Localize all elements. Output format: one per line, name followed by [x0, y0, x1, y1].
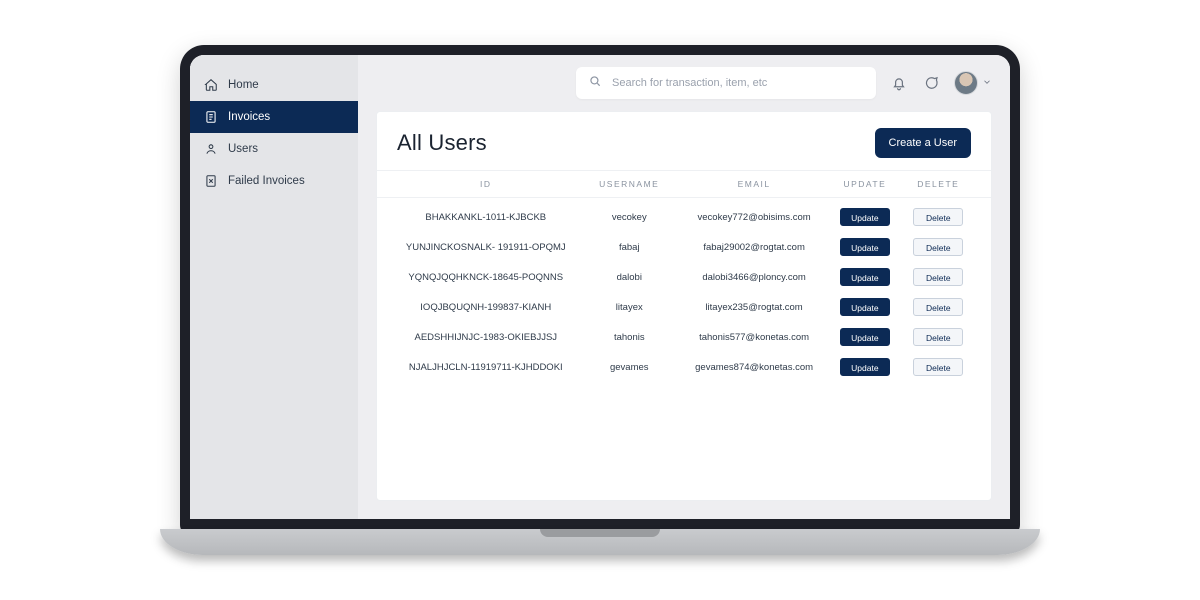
update-button[interactable]: Update [840, 268, 890, 286]
search-icon [588, 74, 602, 93]
avatar [954, 71, 978, 95]
cell-update: Update [832, 208, 897, 226]
cell-id: YQNQJQQHKNCK-18645-POQNNS [397, 272, 575, 283]
sidebar-item-users[interactable]: Users [190, 133, 358, 165]
cell-username: vecokey [583, 212, 676, 223]
col-email: EMAIL [684, 179, 824, 189]
delete-button[interactable]: Delete [913, 268, 963, 286]
update-button[interactable]: Update [840, 208, 890, 226]
invoice-icon [204, 110, 218, 124]
cell-id: IOQJBQUQNH-199837-KIANH [397, 302, 575, 313]
delete-button[interactable]: Delete [913, 208, 963, 226]
sidebar-item-label: Home [228, 79, 259, 91]
notifications-icon[interactable] [890, 74, 908, 92]
cell-delete: Delete [906, 328, 971, 346]
table-row: NJALJHJCLN-11919711-KJHDDOKI gevames gevam… [377, 352, 991, 382]
sidebar-item-invoices[interactable]: Invoices [190, 101, 358, 133]
update-button[interactable]: Update [840, 328, 890, 346]
col-update: UPDATE [832, 179, 897, 189]
cell-delete: Delete [906, 208, 971, 226]
table-head: ID USERNAME EMAIL UPDATE DELETE [377, 170, 991, 198]
sidebar-item-label: Failed Invoices [228, 175, 305, 187]
col-id: ID [397, 179, 575, 189]
create-user-button[interactable]: Create a User [875, 128, 971, 158]
user-icon [204, 142, 218, 156]
table-row: YQNQJQQHKNCK-18645-POQNNS dalobi dalobi346… [377, 262, 991, 292]
delete-button[interactable]: Delete [913, 358, 963, 376]
table-row: AEDSHHIJNJC-1983-OKIEBJJSJ tahonis tahonis… [377, 322, 991, 352]
cell-email: litayex235@rogtat.com [684, 302, 824, 313]
screen-bezel: Home Invoices Users [180, 45, 1020, 535]
topbar: Search for transaction, item, etc [358, 55, 1010, 111]
cell-email: tahonis577@konetas.com [684, 332, 824, 343]
sidebar-item-home[interactable]: Home [190, 69, 358, 101]
laptop-frame: Home Invoices Users [160, 45, 1040, 555]
cell-username: fabaj [583, 242, 676, 253]
table-row: BHAKKANKL-1011-KJBCKB vecokey vecokey772@o… [377, 202, 991, 232]
cell-id: BHAKKANKL-1011-KJBCKB [397, 212, 575, 223]
update-button[interactable]: Update [840, 298, 890, 316]
sidebar-item-label: Invoices [228, 111, 270, 123]
cell-update: Update [832, 298, 897, 316]
main: Search for transaction, item, etc [358, 55, 1010, 519]
table-row: YUNJINCKOSNALK- 191911-OPQMJ fabaj fabaj29… [377, 232, 991, 262]
delete-button[interactable]: Delete [913, 298, 963, 316]
cell-update: Update [832, 238, 897, 256]
col-username: USERNAME [583, 179, 676, 189]
cell-id: AEDSHHIJNJC-1983-OKIEBJJSJ [397, 332, 575, 343]
failed-invoice-icon [204, 174, 218, 188]
page-title: All Users [397, 130, 487, 156]
users-card: All Users Create a User ID USERNAME EMAI… [376, 111, 992, 501]
cell-delete: Delete [906, 358, 971, 376]
cell-username: dalobi [583, 272, 676, 283]
cell-username: gevames [583, 362, 676, 373]
chevron-down-icon [982, 74, 992, 92]
home-icon [204, 78, 218, 92]
update-button[interactable]: Update [840, 358, 890, 376]
sidebar: Home Invoices Users [190, 55, 358, 519]
sidebar-item-label: Users [228, 143, 258, 155]
delete-button[interactable]: Delete [913, 328, 963, 346]
search-placeholder: Search for transaction, item, etc [612, 77, 767, 89]
cell-email: dalobi3466@ploncy.com [684, 272, 824, 283]
cell-email: vecokey772@obisims.com [684, 212, 824, 223]
update-button[interactable]: Update [840, 238, 890, 256]
cell-delete: Delete [906, 268, 971, 286]
delete-button[interactable]: Delete [913, 238, 963, 256]
profile-menu[interactable] [954, 71, 992, 95]
cell-id: YUNJINCKOSNALK- 191911-OPQMJ [397, 242, 575, 253]
cell-delete: Delete [906, 238, 971, 256]
table-body: BHAKKANKL-1011-KJBCKB vecokey vecokey772@o… [377, 198, 991, 392]
table-row: IOQJBQUQNH-199837-KIANH litayex litayex235… [377, 292, 991, 322]
search-input[interactable]: Search for transaction, item, etc [576, 67, 876, 99]
cell-delete: Delete [906, 298, 971, 316]
cell-username: tahonis [583, 332, 676, 343]
cell-update: Update [832, 328, 897, 346]
laptop-base [160, 529, 1040, 555]
sidebar-item-failed-invoices[interactable]: Failed Invoices [190, 165, 358, 197]
chat-icon[interactable] [922, 74, 940, 92]
col-delete: DELETE [906, 179, 971, 189]
cell-username: litayex [583, 302, 676, 313]
app-screen: Home Invoices Users [190, 55, 1010, 519]
card-header: All Users Create a User [377, 112, 991, 170]
cell-email: fabaj29002@rogtat.com [684, 242, 824, 253]
cell-email: gevames874@konetas.com [684, 362, 824, 373]
cell-update: Update [832, 268, 897, 286]
cell-update: Update [832, 358, 897, 376]
cell-id: NJALJHJCLN-11919711-KJHDDOKI [397, 362, 575, 373]
